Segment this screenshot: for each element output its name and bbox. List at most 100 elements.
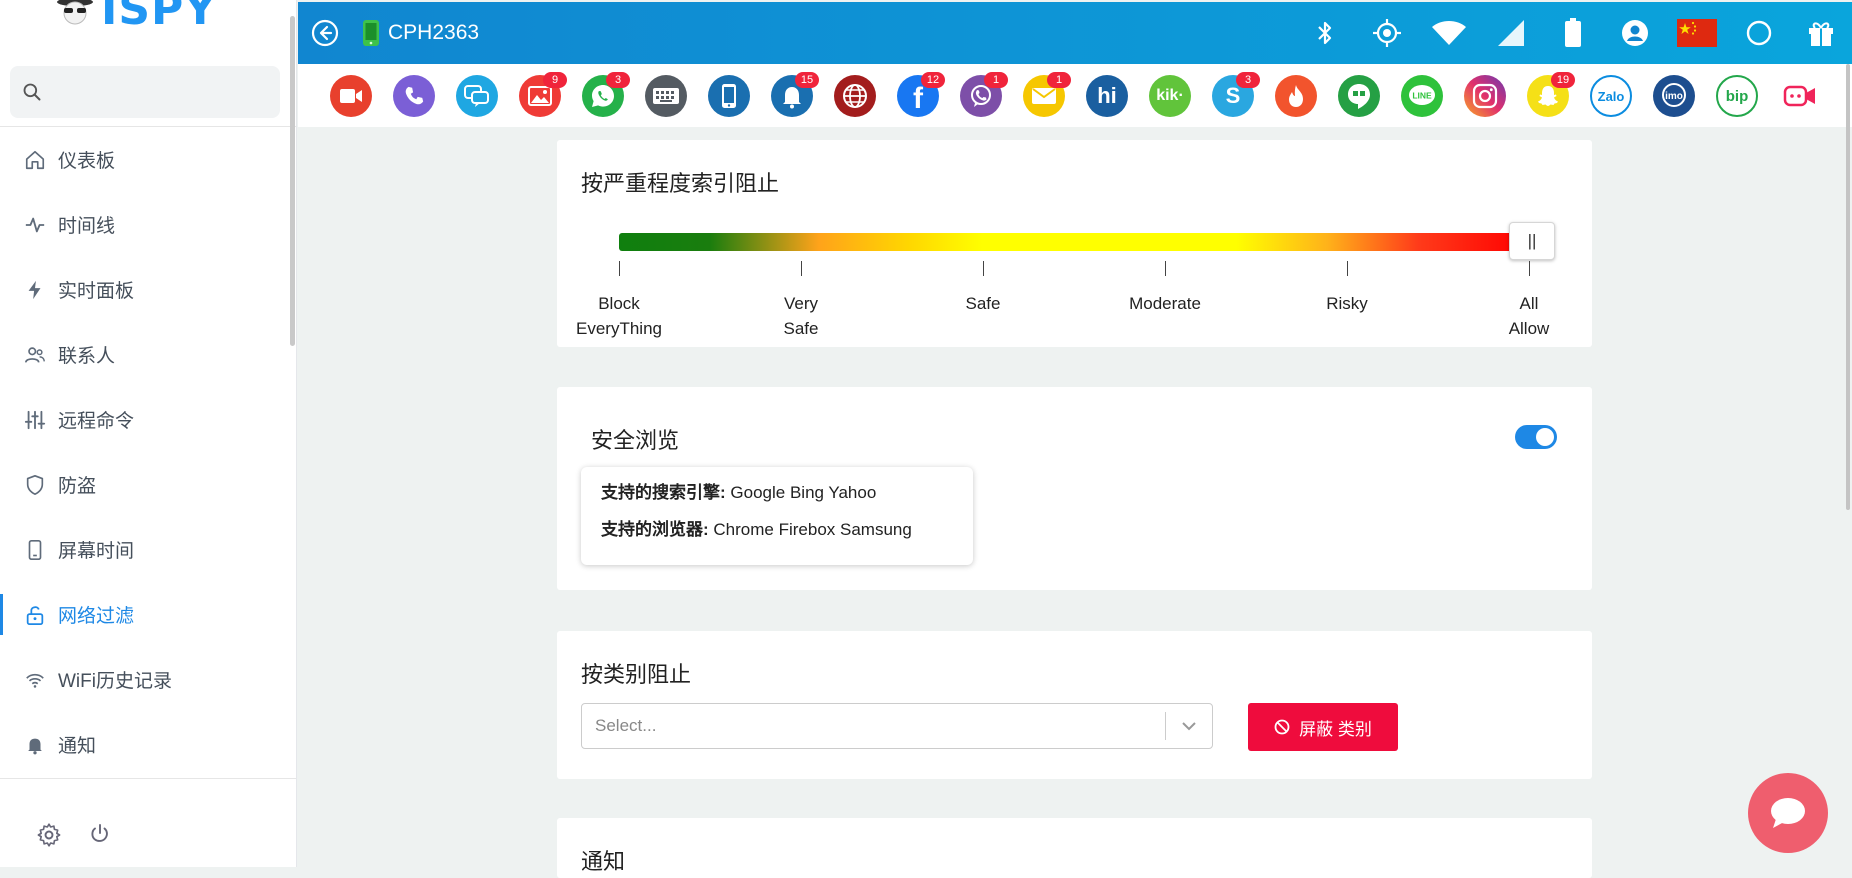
cellular-signal-icon[interactable]	[1480, 19, 1542, 47]
app-badge: 3	[1236, 72, 1260, 88]
settings-button[interactable]	[36, 822, 62, 848]
app-instagram[interactable]	[1464, 75, 1506, 117]
app-line[interactable]: LINE	[1401, 75, 1443, 117]
app-imo[interactable]: imo	[1653, 75, 1695, 117]
app-badge: 9	[543, 72, 567, 88]
gps-icon[interactable]	[1356, 18, 1418, 48]
app-zalo[interactable]: Zalo	[1590, 75, 1632, 117]
search-input[interactable]	[52, 65, 280, 119]
search-engines-label: 支持的搜索引擎:	[601, 483, 726, 502]
gift-icon[interactable]	[1790, 18, 1852, 48]
safe-browsing-title: 安全浏览	[591, 428, 680, 453]
bell-icon	[28, 738, 42, 754]
page-scrollbar[interactable]	[1846, 64, 1850, 510]
app-whatsapp[interactable]: 3	[582, 72, 630, 117]
back-button[interactable]	[310, 18, 340, 48]
brand-text: ISPY	[101, 0, 218, 35]
app-browser[interactable]	[834, 75, 876, 117]
status-icons	[1294, 2, 1852, 64]
phone-icon	[28, 539, 42, 560]
sidebar-item-web-filter[interactable]: 网络过滤	[0, 582, 296, 647]
safe-browsing-toggle[interactable]	[1515, 425, 1557, 449]
app-badge: 12	[921, 72, 945, 88]
app-tinder[interactable]	[1275, 75, 1317, 117]
circle-icon[interactable]	[1728, 19, 1790, 47]
app-skype[interactable]: S 3	[1212, 72, 1260, 117]
severity-label-all-allow[interactable]: All Allow	[1469, 291, 1589, 341]
block-category-button[interactable]: 屏蔽 类别	[1248, 703, 1398, 751]
app-device[interactable]	[708, 75, 750, 117]
notify-card: 通知	[557, 818, 1592, 878]
sidebar-item-wifi-history[interactable]: WiFi历史记录	[0, 647, 296, 712]
chevron-down-icon[interactable]	[1166, 721, 1212, 731]
app-facebook[interactable]: f 12	[897, 72, 945, 117]
video-chat-icon	[1783, 85, 1815, 107]
app-sms[interactable]	[456, 75, 498, 117]
severity-tick	[619, 261, 620, 276]
account-icon[interactable]	[1604, 19, 1666, 47]
app-email[interactable]: 1	[1023, 72, 1071, 117]
severity-card: 按严重程度索引阻止 || Block EveryThing Very Safe …	[557, 140, 1592, 347]
sidebar-item-label: 防盗	[58, 476, 97, 497]
safe-browsing-card: 安全浏览 支持的搜索引擎: Google Bing Yahoo 支持的浏览器: …	[557, 387, 1592, 590]
brand-logo[interactable]: ISPY	[55, 0, 218, 35]
device-name[interactable]: CPH2363	[388, 21, 479, 45]
chat-bubble-icon	[1771, 798, 1805, 828]
app-video-call[interactable]	[330, 75, 372, 117]
contacts-icon	[25, 346, 45, 363]
sidebar-item-anti-theft[interactable]: 防盗	[0, 452, 296, 517]
search-box[interactable]	[10, 65, 280, 119]
china-flag-icon[interactable]	[1666, 19, 1728, 47]
sidebar-item-notifications[interactable]: 通知	[0, 712, 296, 777]
sidebar: ISPY 仪表板 时间线 实时面板 联系人 远程命令 防盗 屏幕时间 网络过滤 …	[0, 0, 297, 867]
browsers-row: 支持的浏览器: Chrome Firebox Samsung	[601, 519, 953, 556]
severity-label-very-safe[interactable]: Very Safe	[741, 291, 861, 341]
severity-label-safe[interactable]: Safe	[923, 291, 1043, 316]
search-engines-value: Google Bing Yahoo	[730, 483, 877, 502]
severity-tick	[1347, 261, 1348, 276]
wifi-signal-icon[interactable]	[1418, 19, 1480, 47]
sidebar-item-label: 联系人	[58, 346, 116, 367]
app-viber[interactable]: 1	[960, 72, 1008, 117]
hangouts-icon	[1348, 84, 1370, 109]
sidebar-item-timeline[interactable]: 时间线	[0, 192, 296, 257]
app-snapchat[interactable]: 19	[1527, 72, 1575, 117]
smartphone-icon	[722, 84, 736, 108]
app-video-chat[interactable]	[1779, 75, 1821, 117]
wifi-icon	[26, 673, 44, 688]
logout-button[interactable]	[88, 822, 112, 848]
app-notifications[interactable]: 15	[771, 72, 819, 117]
chat-button[interactable]	[1748, 773, 1828, 853]
severity-label-risky[interactable]: Risky	[1287, 291, 1407, 316]
hike-icon: hi	[1097, 83, 1117, 108]
bluetooth-icon[interactable]	[1294, 20, 1356, 46]
sidebar-item-live-panel[interactable]: 实时面板	[0, 257, 296, 322]
category-block-card: 按类别阻止 Select... 屏蔽 类别	[557, 631, 1592, 779]
app-kik[interactable]: kik·	[1149, 75, 1191, 117]
app-hike[interactable]: hi	[1086, 75, 1128, 117]
sidebar-item-label: 实时面板	[58, 281, 135, 302]
sidebar-item-dashboard[interactable]: 仪表板	[0, 127, 296, 192]
category-select[interactable]: Select...	[581, 703, 1213, 749]
sidebar-item-label: 通知	[58, 736, 97, 757]
severity-slider-track[interactable]	[619, 233, 1527, 251]
sliders-icon	[24, 410, 46, 429]
sidebar-item-remote-commands[interactable]: 远程命令	[0, 387, 296, 452]
severity-label-moderate[interactable]: Moderate	[1105, 291, 1225, 316]
severity-label-block-everything[interactable]: Block EveryThing	[559, 291, 679, 341]
shield-icon	[26, 474, 44, 495]
sidebar-item-screen-time[interactable]: 屏幕时间	[0, 517, 296, 582]
app-hangouts[interactable]	[1338, 75, 1380, 117]
app-badge: 1	[984, 72, 1008, 88]
sidebar-item-contacts[interactable]: 联系人	[0, 322, 296, 387]
safe-browsing-info: 支持的搜索引擎: Google Bing Yahoo 支持的浏览器: Chrom…	[581, 467, 973, 565]
app-phone-call[interactable]	[393, 75, 435, 117]
sidebar-scrollbar[interactable]	[290, 16, 295, 346]
app-bip[interactable]: bip	[1716, 75, 1758, 117]
severity-slider-handle[interactable]: ||	[1509, 222, 1555, 260]
sidebar-item-label: 网络过滤	[58, 606, 135, 627]
app-gallery[interactable]: 9	[519, 72, 567, 117]
battery-icon[interactable]	[1542, 18, 1604, 48]
block-category-label: 屏蔽 类别	[1299, 719, 1372, 739]
app-keylogger[interactable]	[645, 75, 687, 117]
